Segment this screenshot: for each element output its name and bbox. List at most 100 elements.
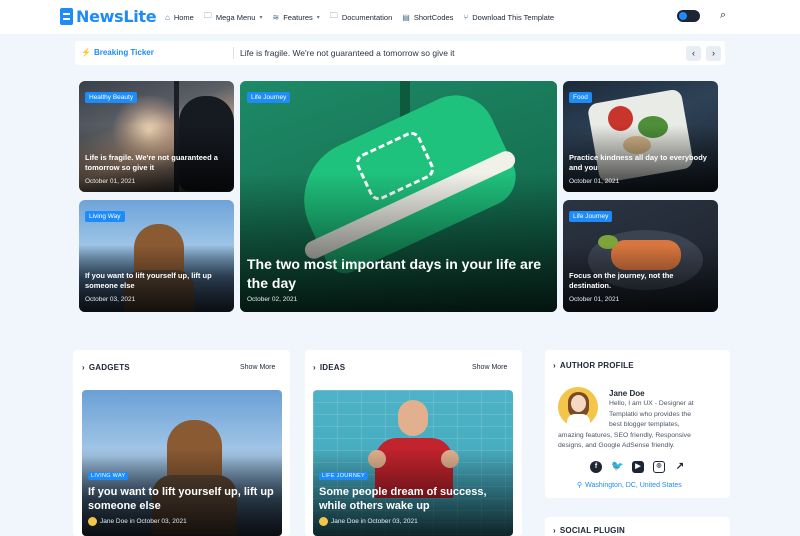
nav-mega-menu-label: Mega Menu xyxy=(215,12,256,22)
category-tag[interactable]: Living Way xyxy=(85,211,125,222)
code-icon: ▤ xyxy=(402,12,410,22)
chevron-right-icon: › xyxy=(313,363,316,372)
author-location-text: Washington, DC, United States xyxy=(585,481,682,489)
site-logo[interactable]: NewsLite xyxy=(60,7,157,26)
social-plugin-heading-text: SOCIAL PLUGIN xyxy=(559,526,625,535)
card-date: October 02, 2021 xyxy=(247,296,298,303)
chevron-right-icon: › xyxy=(82,363,85,372)
card-title[interactable]: Life is fragile. We're not guaranteed a … xyxy=(85,153,230,173)
card-date: October 01, 2021 xyxy=(569,178,620,185)
author-location: ⚲ Washington, DC, United States xyxy=(577,481,682,490)
chevron-down-icon: ▾ xyxy=(259,14,263,21)
author-avatar xyxy=(88,517,97,526)
category-tag[interactable]: Healthy Beauty xyxy=(85,92,138,103)
main-nav: ⌂ Home 🗀 Mega Menu ▾ ≋ Features ▾ 🗀 Docu… xyxy=(165,0,554,34)
toggle-knob xyxy=(679,12,687,20)
card-title[interactable]: Focus on the journey, not the destinatio… xyxy=(569,271,714,291)
gadgets-heading: › GADGETS xyxy=(82,363,130,372)
nav-documentation[interactable]: 🗀 Documentation xyxy=(330,10,392,24)
dark-mode-toggle[interactable] xyxy=(677,10,700,22)
author-avatar xyxy=(319,517,328,526)
gadgets-heading-text: GADGETS xyxy=(88,363,130,372)
layers-icon: ≋ xyxy=(272,12,280,22)
nav-home-label: Home xyxy=(173,12,194,22)
chevron-left-icon: ‹ xyxy=(692,48,695,58)
lightning-icon: ⚡ xyxy=(81,48,91,57)
featured-card[interactable]: Living Way If you want to lift yourself … xyxy=(79,200,234,312)
post-title[interactable]: Some people dream of success, while othe… xyxy=(319,485,509,514)
author-bio: Hello, I am UX - Designer at Templatki w… xyxy=(558,399,713,452)
post-meta-text: Jane Doe in October 03, 2021 xyxy=(100,518,187,525)
post-title[interactable]: If you want to lift yourself up, lift up… xyxy=(88,485,278,514)
category-tag[interactable]: LIFE JOURNEY xyxy=(319,472,369,480)
card-title[interactable]: The two most important days in your life… xyxy=(247,255,552,293)
chevron-right-icon: › xyxy=(712,48,715,58)
ticker-headline[interactable]: Life is fragile. We're not guaranteed a … xyxy=(240,48,455,58)
breaking-ticker: ⚡ Breaking Ticker Life is fragile. We're… xyxy=(75,41,725,65)
social-plugin-heading: › SOCIAL PLUGIN xyxy=(553,526,625,535)
ideas-show-more-link[interactable]: Show More xyxy=(472,364,507,371)
gadgets-show-more-link[interactable]: Show More xyxy=(240,364,275,371)
ideas-heading-text: IDEAS xyxy=(319,363,346,372)
nav-features-label: Features xyxy=(283,12,313,22)
facebook-icon[interactable]: f xyxy=(590,461,602,473)
card-date: October 01, 2021 xyxy=(85,178,136,185)
category-tag[interactable]: Life Journey xyxy=(569,211,613,222)
post-meta-text: Jane Doe in October 03, 2021 xyxy=(331,518,418,525)
search-icon[interactable]: ⌕ xyxy=(720,9,726,22)
author-bio-line: Hello, I am UX - Designer at xyxy=(609,400,694,407)
ticker-prev-button[interactable]: ‹ xyxy=(686,46,701,61)
author-profile-heading: › AUTHOR PROFILE xyxy=(553,361,634,370)
author-social-links: f 🐦 ▶ ◎ ↗ xyxy=(590,461,686,473)
author-bio-line: best blogger templates, xyxy=(609,421,680,429)
post-image-detail xyxy=(398,400,428,436)
nav-shortcodes[interactable]: ▤ ShortCodes xyxy=(402,13,453,22)
ideas-heading: › IDEAS xyxy=(313,363,345,372)
branch-icon: ⑂ xyxy=(463,12,469,22)
ticker-label-text: Breaking Ticker xyxy=(93,48,154,57)
twitter-icon[interactable]: 🐦 xyxy=(611,461,623,473)
nav-features[interactable]: ≋ Features ▾ xyxy=(272,13,319,22)
chevron-down-icon: ▾ xyxy=(316,14,320,21)
post-meta: Jane Doe in October 03, 2021 xyxy=(319,517,418,526)
logo-text: NewsLite xyxy=(76,7,157,26)
ticker-divider xyxy=(233,47,234,59)
logo-icon xyxy=(60,8,73,25)
folder-icon: 🗀 xyxy=(203,11,212,20)
author-bio-line: Templatki who provides the xyxy=(609,410,691,418)
chevron-right-icon: › xyxy=(553,361,556,370)
nav-mega-menu[interactable]: 🗀 Mega Menu ▾ xyxy=(204,10,263,24)
nav-download[interactable]: ⑂ Download This Template xyxy=(463,13,554,22)
map-pin-icon: ⚲ xyxy=(577,482,583,489)
nav-documentation-label: Documentation xyxy=(341,12,393,22)
author-profile-heading-text: AUTHOR PROFILE xyxy=(559,361,634,370)
folder-icon: 🗀 xyxy=(329,11,338,20)
card-title[interactable]: Practice kindness all day to everybody a… xyxy=(569,153,714,173)
gadgets-post-card[interactable]: LIVING WAY If you want to lift yourself … xyxy=(82,390,282,536)
home-icon: ⌂ xyxy=(165,12,170,22)
ideas-post-card[interactable]: LIFE JOURNEY Some people dream of succes… xyxy=(313,390,513,536)
external-link-icon[interactable]: ↗ xyxy=(674,461,686,473)
post-meta: Jane Doe in October 03, 2021 xyxy=(88,517,187,526)
nav-home[interactable]: ⌂ Home xyxy=(165,13,194,22)
featured-card[interactable]: Food Practice kindness all day to everyb… xyxy=(563,81,718,192)
category-tag[interactable]: Life Journey xyxy=(247,92,291,103)
card-date: October 03, 2021 xyxy=(85,296,136,303)
featured-card[interactable]: Life Journey Focus on the journey, not t… xyxy=(563,200,718,312)
ticker-next-button[interactable]: › xyxy=(706,46,721,61)
featured-card-main[interactable]: Life Journey The two most important days… xyxy=(240,81,557,312)
chevron-right-icon: › xyxy=(553,526,556,535)
author-bio-rest: amazing features, SEO friendly, Responsi… xyxy=(558,431,691,450)
card-title[interactable]: If you want to lift yourself up, lift up… xyxy=(85,271,230,291)
ticker-label: ⚡ Breaking Ticker xyxy=(81,48,154,57)
site-header: NewsLite ⌂ Home 🗀 Mega Menu ▾ ≋ Features… xyxy=(0,0,800,34)
instagram-icon[interactable]: ◎ xyxy=(653,461,665,473)
author-name[interactable]: Jane Doe xyxy=(609,389,645,398)
category-tag[interactable]: Food xyxy=(569,92,592,103)
category-tag[interactable]: LIVING WAY xyxy=(88,472,129,480)
nav-download-label: Download This Template xyxy=(472,12,555,22)
youtube-icon[interactable]: ▶ xyxy=(632,461,644,473)
card-date: October 01, 2021 xyxy=(569,296,620,303)
featured-card[interactable]: Healthy Beauty Life is fragile. We're no… xyxy=(79,81,234,192)
nav-shortcodes-label: ShortCodes xyxy=(413,12,454,22)
